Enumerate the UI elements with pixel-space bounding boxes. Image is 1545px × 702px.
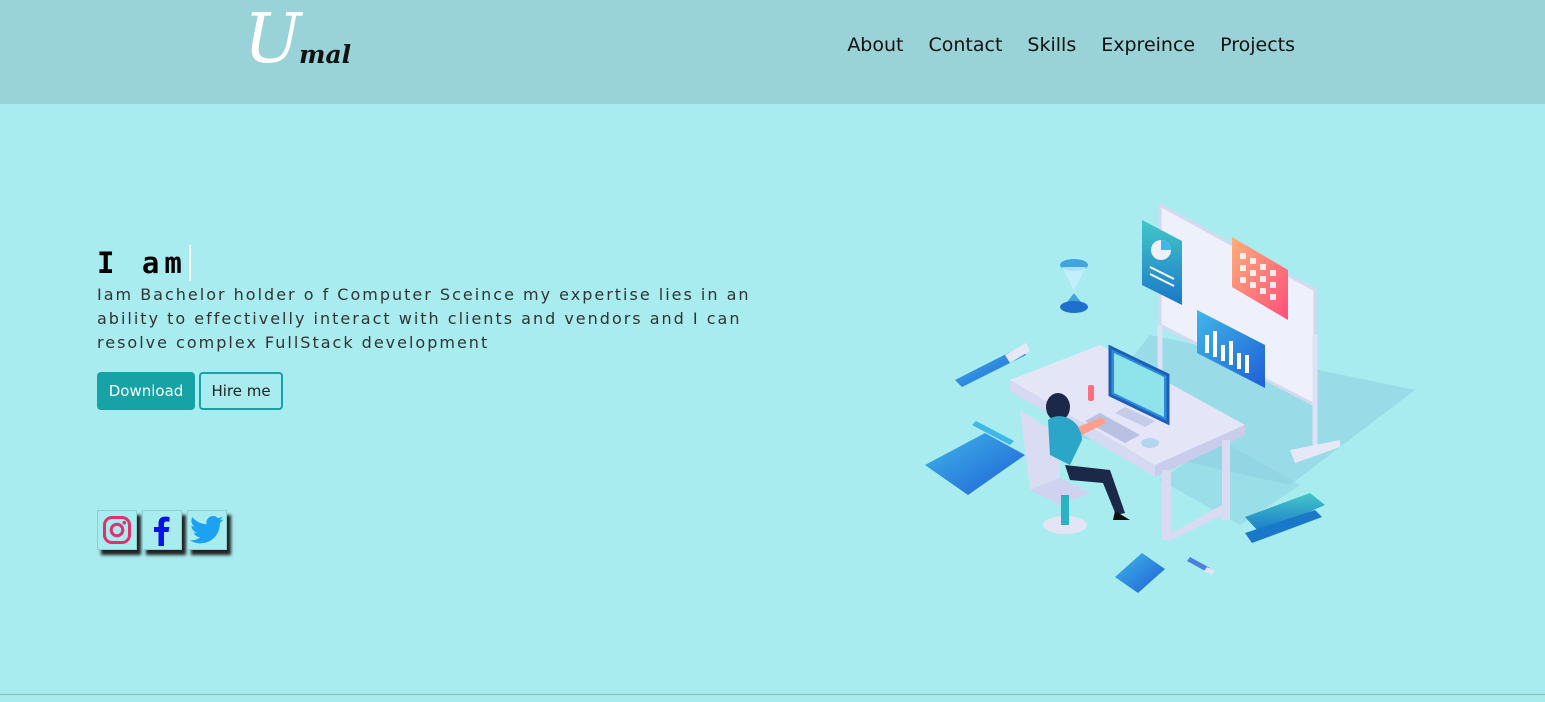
download-button[interactable]: Download bbox=[97, 372, 195, 410]
logo-initial: U bbox=[244, 0, 302, 79]
page-divider bbox=[0, 694, 1545, 695]
logo[interactable]: U mal bbox=[244, 6, 364, 82]
typing-cursor bbox=[188, 245, 191, 281]
nav-link-about[interactable]: About bbox=[847, 33, 903, 57]
nav-menu: About Contact Skills Expreince Projects bbox=[847, 33, 1295, 57]
hire-me-button[interactable]: Hire me bbox=[199, 372, 283, 410]
facebook-icon bbox=[154, 516, 170, 546]
navbar: U mal About Contact Skills Expreince Pro… bbox=[0, 0, 1545, 104]
hero-title: I am bbox=[97, 244, 191, 282]
workspace-illustration bbox=[925, 202, 1415, 593]
nav-link-contact[interactable]: Contact bbox=[929, 33, 1003, 57]
twitter-link[interactable] bbox=[187, 510, 227, 550]
logo-rest: mal bbox=[299, 40, 352, 69]
nav-link-experience[interactable]: Expreince bbox=[1101, 33, 1195, 57]
hero-title-text: I am bbox=[97, 246, 187, 280]
facebook-link[interactable] bbox=[142, 510, 182, 550]
nav-link-projects[interactable]: Projects bbox=[1220, 33, 1295, 57]
twitter-icon bbox=[190, 515, 224, 544]
instagram-icon bbox=[103, 516, 131, 544]
hero-description: Iam Bachelor holder o f Computer Sceince… bbox=[97, 285, 751, 352]
nav-link-skills[interactable]: Skills bbox=[1027, 33, 1076, 57]
instagram-link[interactable] bbox=[97, 510, 137, 550]
